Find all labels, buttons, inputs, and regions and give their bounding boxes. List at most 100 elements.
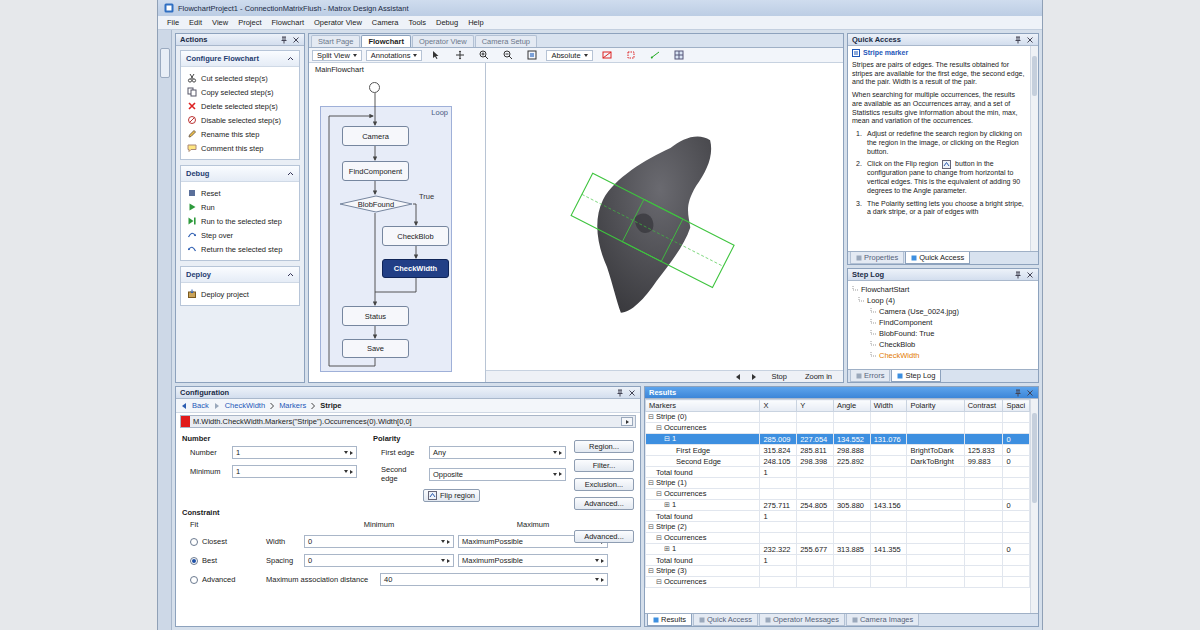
menu-item[interactable]: File [162,17,184,28]
scrollbar[interactable] [1030,399,1038,613]
table-row[interactable]: ⊟Occurrences [646,577,1030,588]
scrollbar[interactable] [1030,46,1038,251]
task-item[interactable]: Reset [181,186,299,200]
side-button[interactable]: Region... [574,440,634,453]
side-button[interactable]: Filter... [574,459,634,472]
step-log-item[interactable]: CheckWidth [852,350,1034,361]
editor-tab[interactable]: Start Page [311,35,360,47]
column-header[interactable]: X [760,400,797,412]
step-node[interactable]: CheckBlob [382,226,449,246]
expander[interactable]: ⊟ [664,435,670,443]
task-item[interactable]: Delete selected step(s) [181,99,299,113]
grid-icon[interactable] [669,49,689,61]
scroll-thumb[interactable] [1032,56,1037,96]
zoom-out-icon[interactable] [498,49,518,61]
task-item[interactable]: Cut selected step(s) [181,71,299,85]
menu-item[interactable]: Camera [367,17,404,28]
editor-tab[interactable]: Flowchart [361,35,410,47]
breadcrumb-item[interactable]: Back [192,401,209,410]
decision-node[interactable]: BlobFound [339,195,413,213]
input-field[interactable]: 0 [304,535,454,548]
column-header[interactable]: Polarity [907,400,964,412]
flip-region-button[interactable]: Flip region [423,489,480,502]
radio-button[interactable] [190,538,198,546]
image-bar-button[interactable]: Stop [766,371,791,382]
step-log-item[interactable]: Loop (4) [852,295,1034,306]
fit-radio[interactable]: Closest [182,537,262,546]
fit-radio[interactable]: Best [182,556,262,565]
table-row[interactable]: First Edge315.824285.811298.888BrightToD… [646,445,1030,456]
advanced-button[interactable]: Advanced... [574,530,634,543]
expander[interactable]: ⊟ [656,490,662,498]
menu-item[interactable]: Debug [431,17,463,28]
input-field[interactable]: 40 [380,573,608,586]
task-item[interactable]: Return the selected step [181,242,299,256]
table-row[interactable]: ⊞1275.711254.805305.880143.1560 [646,500,1030,511]
panel-tab[interactable]: Properties [850,252,904,264]
input-field[interactable]: Any [429,446,566,459]
expand-button[interactable] [621,417,633,426]
radio-button[interactable] [190,576,198,584]
table-row[interactable]: ⊟Occurrences [646,489,1030,500]
toolbar-dropdown[interactable]: Split View [312,50,362,61]
task-item[interactable]: Rename this step [181,127,299,141]
column-header[interactable]: Y [797,400,834,412]
panel-tab[interactable]: Errors [850,370,890,382]
step-node[interactable]: FindComponent [342,161,409,181]
expander[interactable]: ⊟ [648,523,654,531]
scroll-thumb[interactable] [1032,413,1037,503]
input-field[interactable]: 1 [232,465,357,478]
step-log-item[interactable]: FlowchartStart [852,284,1034,295]
panel-tab[interactable]: Results [647,614,692,626]
breadcrumb-item[interactable]: Stripe [320,401,341,410]
menu-item[interactable]: Operator View [309,17,367,28]
input-field[interactable]: 1 [232,446,357,459]
task-item[interactable]: Disable selected step(s) [181,113,299,127]
column-header[interactable]: Spaci [1003,400,1030,412]
column-header[interactable]: Angle [833,400,870,412]
expander[interactable]: ⊟ [656,578,662,586]
task-item[interactable]: Step over [181,228,299,242]
task-item[interactable]: Deploy project [181,287,299,301]
menu-item[interactable]: Project [233,17,266,28]
side-button[interactable]: Advanced... [574,497,634,510]
menu-item[interactable]: Tools [404,17,432,28]
expression-text[interactable]: M.Width.CheckWidth.Markers("Stripe").Occ… [193,417,618,426]
editor-tab[interactable]: Operator View [412,35,474,47]
radio-button[interactable] [190,557,198,565]
side-tab[interactable] [160,48,170,78]
toolbar-dropdown[interactable]: Absolute [546,50,592,61]
panel-tab[interactable]: Operator Messages [759,614,845,626]
step-node[interactable]: CheckWidth [382,259,449,278]
task-item[interactable]: Copy selected step(s) [181,85,299,99]
table-row[interactable]: ⊟Stripe (1) [646,478,1030,489]
measure-icon[interactable] [645,49,665,61]
expander[interactable]: ⊟ [648,479,654,487]
table-row[interactable]: Total found1 [646,555,1030,566]
expander[interactable]: ⊟ [648,413,654,421]
step-node[interactable]: Camera [342,126,409,146]
editor-tab[interactable]: Camera Setup [475,35,537,47]
breadcrumb-item[interactable]: CheckWidth [225,401,265,410]
task-section-header[interactable]: Deploy [181,267,299,283]
table-row[interactable]: ⊟Stripe (0) [646,412,1030,423]
step-log-item[interactable]: BlobFound: True [852,328,1034,339]
menu-item[interactable]: View [207,17,233,28]
table-row[interactable]: ⊟Stripe (2) [646,522,1030,533]
table-row[interactable]: ⊟1285.009227.054134.552131.0760 [646,434,1030,445]
step-node[interactable]: Save [342,339,409,358]
panel-tab[interactable]: Quick Access [693,614,758,626]
marker-icon[interactable] [621,49,641,61]
menu-item[interactable]: Help [463,17,488,28]
expander[interactable]: ⊞ [664,501,670,509]
table-row[interactable]: ⊞1232.322255.677313.885141.3550 [646,544,1030,555]
menu-item[interactable]: Edit [184,17,207,28]
select-icon[interactable] [426,49,446,61]
step-log-item[interactable]: CheckBlob [852,339,1034,350]
task-item[interactable]: Run [181,200,299,214]
column-header[interactable]: Width [870,400,907,412]
toolbar-dropdown[interactable]: Annotations [366,50,423,61]
start-node[interactable] [369,82,380,93]
task-item[interactable]: Comment this step [181,141,299,155]
expander[interactable]: ⊟ [656,534,662,542]
